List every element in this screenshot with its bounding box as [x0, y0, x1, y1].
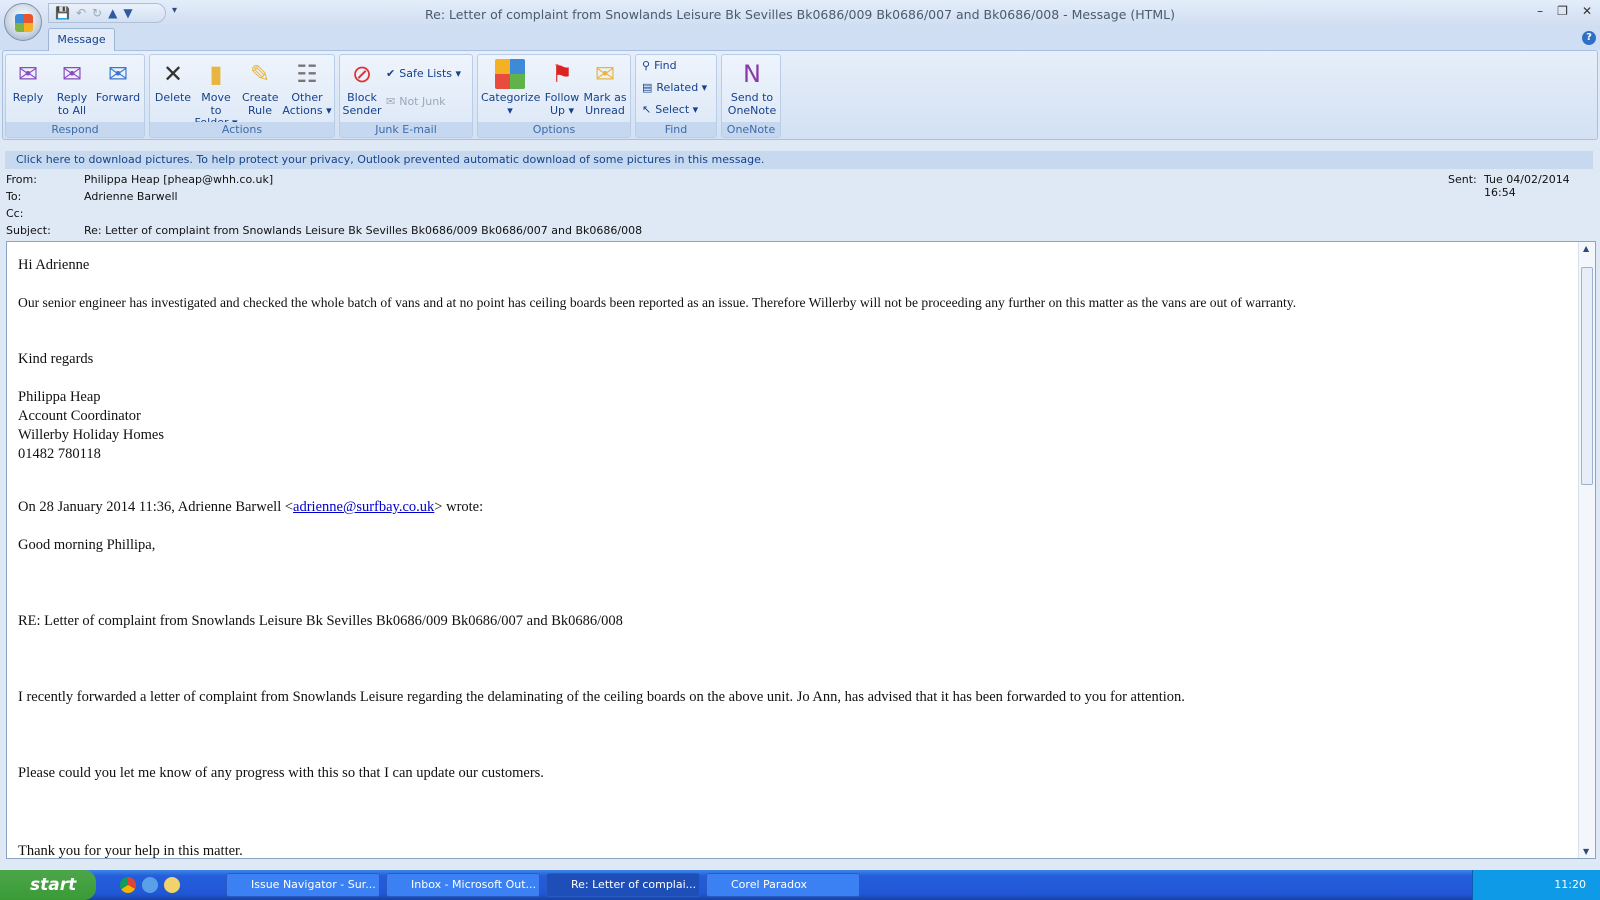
group-label: Actions [150, 122, 334, 137]
onenote-icon: N [743, 60, 761, 88]
close-button[interactable]: ✕ [1582, 4, 1592, 18]
tab-message[interactable]: Message [48, 28, 115, 51]
group-label: Find [636, 122, 716, 137]
taskbar-item-issue-navigator[interactable]: Issue Navigator - Sur... [226, 873, 380, 897]
related-icon: ▤ [642, 81, 653, 94]
reply-button[interactable]: ✉ Reply [10, 57, 46, 105]
reply-all-button[interactable]: ✉ Reply to All [52, 57, 92, 117]
quote-greeting: Good morning Phillipa, [18, 537, 156, 553]
rule-icon: ✎ [249, 60, 271, 88]
to-value[interactable]: Adrienne Barwell [84, 190, 178, 203]
group-options: Categorize ▾ ⚑ Follow Up ▾ ✉ Mark as Unrea… [477, 54, 631, 138]
cursor-icon: ↖ [642, 103, 652, 116]
signature-title: Account Coordinator [18, 408, 141, 424]
delete-button[interactable]: ✕ Delete [152, 57, 194, 105]
closing: Kind regards [18, 351, 94, 367]
create-rule-button[interactable]: ✎ Create Rule [240, 57, 280, 117]
mark-unread-button[interactable]: ✉ Mark as Unread [582, 57, 628, 117]
sent-value: Tue 04/02/2014 16:54 [1484, 173, 1570, 199]
vertical-scrollbar[interactable]: ▲ ▼ [1578, 242, 1595, 858]
group-label: Respond [6, 122, 144, 137]
other-actions-icon: ☷ [296, 60, 318, 88]
scroll-down-icon[interactable]: ▼ [1583, 847, 1589, 856]
group-onenote: N Send to OneNote OneNote [721, 54, 781, 138]
ribbon: ✉ Reply ✉ Reply to All ✉ Forward Respond ✕ D… [2, 50, 1598, 140]
outlook-icon[interactable] [164, 877, 180, 893]
not-junk-button[interactable]: ✉ Not Junk [386, 95, 446, 108]
reply-icon: ✉ [17, 60, 39, 88]
forward-icon: ✉ [107, 60, 129, 88]
start-button[interactable]: start [0, 870, 96, 900]
scroll-up-icon[interactable]: ▲ [1583, 244, 1589, 253]
download-pictures-infobar[interactable]: Click here to download pictures. To help… [5, 151, 1593, 169]
quote-header: On 28 January 2014 11:36, Adrienne Barwe… [18, 499, 484, 515]
forward-button[interactable]: ✉ Forward [94, 57, 142, 105]
subject-label: Subject: [6, 224, 51, 237]
flag-icon: ⚑ [551, 60, 573, 88]
system-tray: 11:20 [1472, 870, 1600, 900]
tab-row [0, 28, 1600, 50]
from-label: From: [6, 173, 37, 186]
subject-value: Re: Letter of complaint from Snowlands L… [84, 224, 643, 237]
categorize-button[interactable]: Categorize ▾ [480, 57, 540, 117]
from-value[interactable]: Philippa Heap [pheap@whh.co.uk] [84, 173, 273, 186]
email-link[interactable]: adrienne@surfbay.co.uk [293, 499, 434, 515]
quote-paragraph: I recently forwarded a letter of complai… [18, 689, 1185, 705]
move-to-folder-button[interactable]: ▮Move to Folder ▾ [194, 57, 238, 130]
quote-paragraph: Please could you let me know of any prog… [18, 765, 544, 781]
signature-company: Willerby Holiday Homes [18, 427, 164, 443]
find-button[interactable]: ⚲ Find [642, 59, 677, 72]
select-button[interactable]: ↖ Select ▾ [642, 103, 698, 116]
group-junk: ⊘ Block Sender ✔ Safe Lists ▾ ✉ Not Junk Ju… [339, 54, 473, 138]
group-label: Options [478, 122, 630, 137]
message-body[interactable]: Hi Adrienne Our senior engineer has inve… [6, 241, 1596, 859]
binoculars-icon: ⚲ [642, 59, 651, 72]
group-actions: ✕Delete ▮Move to Folder ▾ ✎Create Rule ☷… [149, 54, 335, 138]
block-sender-icon: ⊘ [351, 60, 373, 88]
scroll-thumb[interactable] [1581, 267, 1593, 485]
related-button[interactable]: ▤ Related ▾ [642, 81, 707, 94]
follow-up-button[interactable]: ⚑ Follow Up ▾ [542, 57, 582, 117]
block-sender-button[interactable]: ⊘ Block Sender [342, 57, 382, 117]
cc-label: Cc: [6, 207, 24, 220]
office-logo-icon [15, 14, 33, 32]
title-bar: 💾 ↶ ↻ ▲ ▼ ▾ Re: Letter of complaint from… [0, 0, 1600, 28]
quote-subject: RE: Letter of complaint from Snowlands L… [18, 613, 623, 629]
reply-all-icon: ✉ [61, 60, 83, 88]
not-junk-icon: ✉ [386, 95, 396, 108]
group-respond: ✉ Reply ✉ Reply to All ✉ Forward Respond [5, 54, 145, 138]
other-actions-button[interactable]: ☷ Other Actions ▾ [282, 57, 332, 117]
safe-lists-button[interactable]: ✔ Safe Lists ▾ [386, 67, 461, 80]
safe-lists-icon: ✔ [386, 67, 396, 80]
window-title: Re: Letter of complaint from Snowlands L… [425, 7, 1175, 22]
envelope-icon: ✉ [594, 60, 616, 88]
taskbar-item-inbox[interactable]: Inbox - Microsoft Out... [386, 873, 540, 897]
sent-label: Sent: [1448, 173, 1477, 186]
taskbar-item-corel-paradox[interactable]: Corel Paradox [706, 873, 860, 897]
group-label: OneNote [722, 122, 780, 137]
send-to-onenote-button[interactable]: N Send to OneNote [724, 57, 780, 117]
signature-name: Philippa Heap [18, 389, 101, 405]
folder-icon: ▮ [209, 60, 223, 88]
help-icon[interactable]: ? [1582, 31, 1596, 45]
greeting: Hi Adrienne [18, 257, 90, 273]
taskbar: start Issue Navigator - Sur... Inbox - M… [0, 870, 1600, 900]
paragraph: Our senior engineer has investigated and… [18, 295, 1297, 310]
quote-paragraph: Thank you for your help in this matter. [18, 843, 243, 859]
minimize-button[interactable]: – [1537, 4, 1543, 18]
group-find: ⚲ Find ▤ Related ▾ ↖ Select ▾ Find [635, 54, 717, 138]
chrome-icon[interactable] [120, 877, 136, 893]
restore-button[interactable]: ❐ [1557, 4, 1568, 18]
internet-explorer-icon[interactable] [142, 877, 158, 893]
categorize-icon [495, 59, 525, 89]
taskbar-item-message[interactable]: Re: Letter of complai... [546, 873, 700, 897]
group-label: Junk E-mail [340, 122, 472, 137]
signature-phone: 01482 780118 [18, 446, 101, 462]
clock[interactable]: 11:20 [1554, 878, 1586, 891]
to-label: To: [6, 190, 22, 203]
office-button[interactable] [4, 3, 42, 41]
delete-icon: ✕ [162, 60, 184, 88]
